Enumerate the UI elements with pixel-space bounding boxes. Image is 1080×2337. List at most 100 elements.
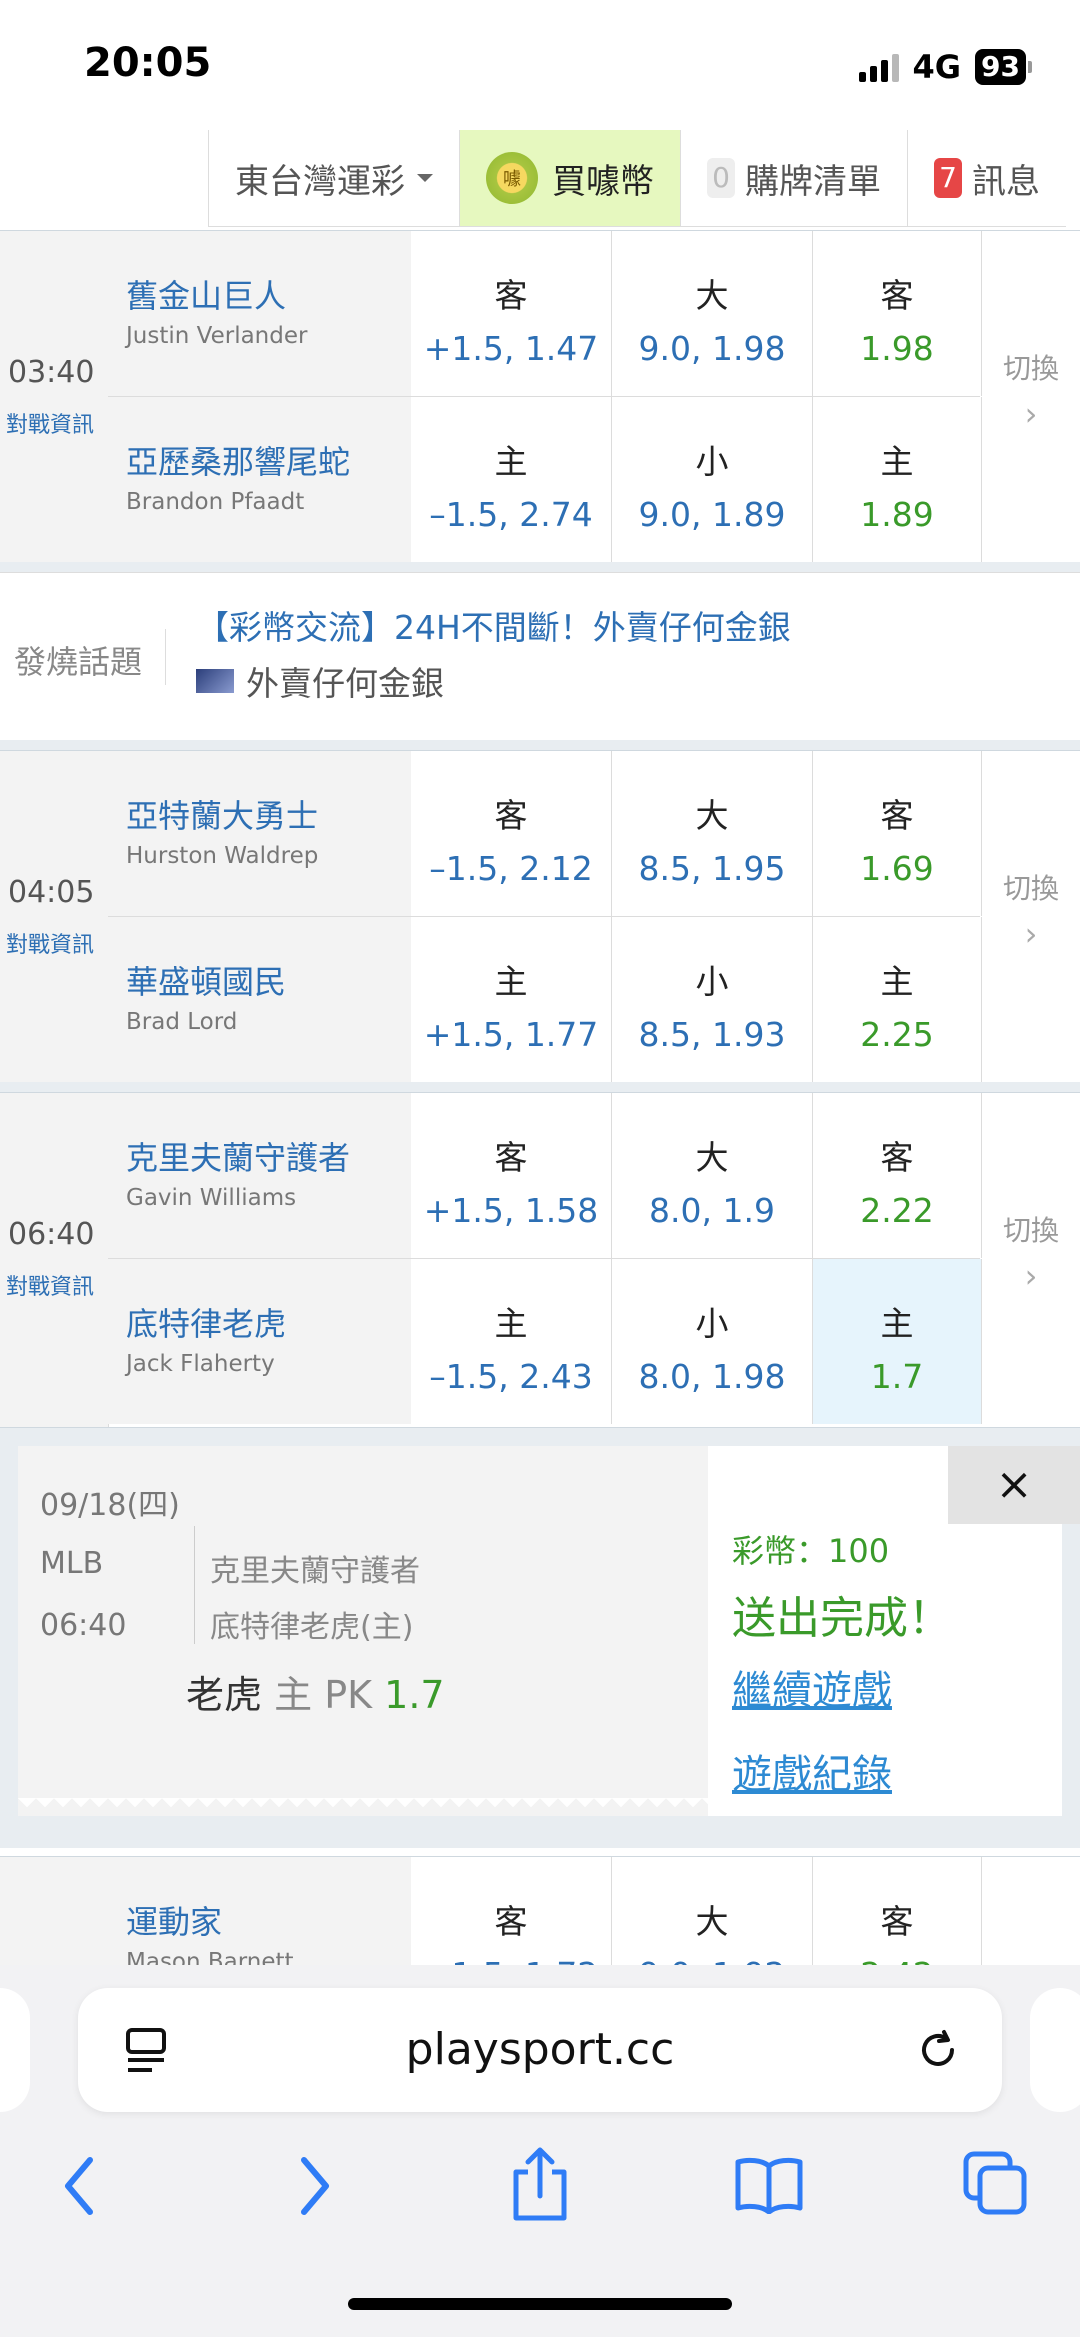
matchup-info-link[interactable]: 對戰資訊 bbox=[6, 407, 94, 439]
next-tab-pill[interactable] bbox=[1030, 1988, 1080, 2112]
share-icon[interactable] bbox=[508, 2144, 572, 2224]
odds-label: 客 bbox=[494, 1902, 528, 1941]
odds-value: 1.69 bbox=[860, 849, 934, 888]
odds-cell-total[interactable]: 小 9.0, 1.89 bbox=[612, 397, 813, 562]
odds-cell-spread[interactable]: 客 +1.5, 1.47 bbox=[411, 231, 612, 396]
odds-cell-moneyline-selected[interactable]: 主 1.7 bbox=[813, 1259, 982, 1424]
bookmarks-icon[interactable] bbox=[734, 2154, 804, 2214]
odds-cell-total[interactable]: 小 8.5, 1.93 bbox=[612, 917, 813, 1082]
chevron-right-icon: › bbox=[1024, 1257, 1038, 1295]
game-block: 04:05 對戰資訊 亞特蘭大勇士 Hurston Waldrep 華盛頓國民 … bbox=[0, 750, 1080, 1084]
back-icon[interactable] bbox=[60, 2154, 100, 2218]
odds-value: 1.98 bbox=[860, 329, 934, 368]
game-time: 04:05 bbox=[8, 875, 95, 910]
odds-cell-spread[interactable]: 主 –1.5, 2.74 bbox=[411, 397, 612, 562]
caret-down-icon bbox=[417, 174, 433, 182]
hot-topic-bar: 發燒話題 【彩幣交流】24H不間斷！外賣仔何金銀 外賣仔何金銀 bbox=[0, 572, 1080, 742]
hot-topic-author[interactable]: 外賣仔何金銀 bbox=[196, 657, 444, 705]
game-block: 03:40 對戰資訊 舊金山巨人 Justin Verlander 亞歷桑那響尾… bbox=[0, 230, 1080, 564]
odds-label: 客 bbox=[880, 276, 914, 315]
odds-value: 2.22 bbox=[860, 1191, 934, 1230]
forward-icon[interactable] bbox=[294, 2154, 334, 2218]
odds-label: 大 bbox=[695, 796, 729, 835]
odds-cell-moneyline[interactable]: 客 1.69 bbox=[813, 751, 982, 916]
status-indicators: 4G 93 bbox=[858, 48, 1032, 86]
team-name[interactable]: 舊金山巨人 bbox=[126, 271, 286, 317]
hot-topic-link[interactable]: 【彩幣交流】24H不間斷！外賣仔何金銀 bbox=[196, 601, 791, 649]
cart-button[interactable]: 0 購牌清單 bbox=[680, 130, 907, 226]
team-name[interactable]: 運動家 bbox=[126, 1897, 222, 1943]
odds-cell-total[interactable]: 大 8.5, 1.95 bbox=[612, 751, 813, 916]
ticket-edge bbox=[18, 1798, 708, 1816]
team-name[interactable]: 克里夫蘭守護者 bbox=[126, 1133, 350, 1179]
browser-toolbar bbox=[0, 2140, 1080, 2230]
odds-value: –1.5, 2.43 bbox=[429, 1357, 593, 1396]
team-away: 亞特蘭大勇士 Hurston Waldrep bbox=[108, 751, 412, 916]
switch-button[interactable]: 切換 › bbox=[982, 867, 1080, 953]
odds-cell-spread[interactable]: 主 –1.5, 2.43 bbox=[411, 1259, 612, 1424]
odds-cell-moneyline[interactable]: 主 2.25 bbox=[813, 917, 982, 1082]
address-bar[interactable]: playsport.cc bbox=[78, 1988, 1002, 2112]
odds-label: 主 bbox=[494, 442, 528, 481]
game-history-link[interactable]: 遊戲紀錄 bbox=[732, 1742, 892, 1800]
continue-game-link[interactable]: 繼續遊戲 bbox=[732, 1658, 892, 1716]
odds-value: 8.0, 1.98 bbox=[638, 1357, 786, 1396]
team-name[interactable]: 底特律老虎 bbox=[126, 1299, 286, 1345]
section-gap bbox=[0, 740, 1080, 750]
odds-cell-total[interactable]: 大 8.0, 1.9 bbox=[612, 1093, 813, 1258]
section-gap bbox=[0, 1082, 1080, 1092]
chevron-right-icon: › bbox=[1024, 915, 1038, 953]
region-label: 東台灣運彩 bbox=[235, 161, 405, 202]
pitcher-name: Hurston Waldrep bbox=[126, 843, 319, 869]
pick-type: PK bbox=[324, 1673, 373, 1717]
ticket-date: 09/18(四) bbox=[40, 1488, 180, 1523]
odds-cell-moneyline[interactable]: 客 2.22 bbox=[813, 1093, 982, 1258]
buy-coins-button[interactable]: 噱 買噱幣 bbox=[459, 130, 680, 226]
odds-label: 大 bbox=[695, 1902, 729, 1941]
status-time: 20:05 bbox=[84, 40, 212, 86]
odds-cell-total[interactable]: 大 9.0, 1.98 bbox=[612, 231, 813, 396]
url-text: playsport.cc bbox=[405, 2024, 675, 2075]
team-name[interactable]: 亞特蘭大勇士 bbox=[126, 791, 318, 837]
team-away: 舊金山巨人 Justin Verlander bbox=[108, 231, 412, 396]
top-nav: 東台灣運彩 噱 買噱幣 0 購牌清單 7 訊息 bbox=[208, 130, 1066, 227]
bet-ticket: 09/18(四) MLB 06:40 克里夫蘭守護者 底特律老虎(主) 老虎 主… bbox=[18, 1446, 708, 1816]
team-home: 華盛頓國民 Brad Lord bbox=[108, 917, 412, 1082]
matchup-info-link[interactable]: 對戰資訊 bbox=[6, 1269, 94, 1301]
odds-label: 主 bbox=[494, 1304, 528, 1343]
reload-icon[interactable] bbox=[916, 2028, 960, 2072]
time-column: 03:40 對戰資訊 bbox=[0, 231, 109, 563]
team-name[interactable]: 華盛頓國民 bbox=[126, 957, 286, 1003]
buy-coins-label: 買噱幣 bbox=[552, 161, 654, 202]
odds-value: 9.0, 1.89 bbox=[638, 495, 786, 534]
team-name[interactable]: 亞歷桑那響尾蛇 bbox=[126, 437, 350, 483]
odds-label: 客 bbox=[880, 1138, 914, 1177]
odds-cell-moneyline[interactable]: 客 1.98 bbox=[813, 231, 982, 396]
odds-cell-spread[interactable]: 主 +1.5, 1.77 bbox=[411, 917, 612, 1082]
matchup-info-link[interactable]: 對戰資訊 bbox=[6, 927, 94, 959]
switch-button[interactable]: 切換 › bbox=[982, 347, 1080, 433]
odds-cell-moneyline[interactable]: 主 1.89 bbox=[813, 397, 982, 562]
close-icon[interactable]: × bbox=[948, 1446, 1080, 1524]
odds-cell-total[interactable]: 小 8.0, 1.98 bbox=[612, 1259, 813, 1424]
prev-tab-pill[interactable] bbox=[0, 1988, 30, 2112]
tabs-icon[interactable] bbox=[962, 2150, 1028, 2216]
odds-label: 小 bbox=[695, 1304, 729, 1343]
odds-label: 大 bbox=[695, 1138, 729, 1177]
region-select[interactable]: 東台灣運彩 bbox=[208, 130, 459, 226]
switch-button[interactable]: 切換 › bbox=[982, 1209, 1080, 1295]
switch-label: 切換 bbox=[1002, 1214, 1059, 1247]
pick-team: 老虎 bbox=[186, 1673, 263, 1717]
odds-label: 客 bbox=[494, 796, 528, 835]
odds-value: +1.5, 1.58 bbox=[423, 1191, 599, 1230]
ticket-time: 06:40 bbox=[40, 1608, 127, 1643]
odds-cell-spread[interactable]: 客 –1.5, 2.12 bbox=[411, 751, 612, 916]
message-count-badge: 7 bbox=[934, 158, 962, 198]
odds-cell-spread[interactable]: 客 +1.5, 1.58 bbox=[411, 1093, 612, 1258]
avatar bbox=[196, 669, 234, 693]
messages-button[interactable]: 7 訊息 bbox=[907, 130, 1066, 226]
cart-label: 購牌清單 bbox=[745, 161, 881, 202]
time-column: 06:40 對戰資訊 bbox=[0, 1093, 109, 1427]
network-type: 4G bbox=[912, 48, 962, 86]
cart-count-badge: 0 bbox=[707, 158, 735, 198]
